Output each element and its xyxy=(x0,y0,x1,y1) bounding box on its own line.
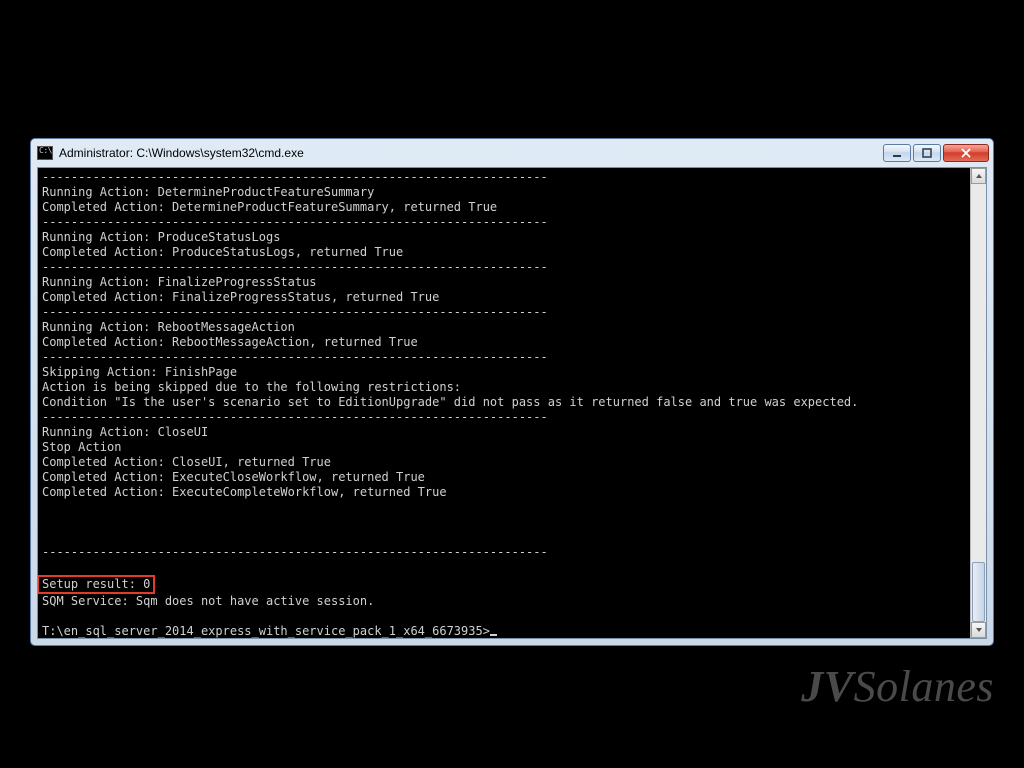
output-line: ----------------------------------------… xyxy=(42,260,548,274)
scroll-down-button[interactable] xyxy=(971,622,986,638)
output-line: Completed Action: ExecuteCloseWorkflow, … xyxy=(42,470,425,484)
close-button[interactable] xyxy=(943,144,989,162)
window-title: Administrator: C:\Windows\system32\cmd.e… xyxy=(59,146,883,160)
output-line: Completed Action: FinalizeProgressStatus… xyxy=(42,290,439,304)
output-line: ----------------------------------------… xyxy=(42,410,548,424)
watermark-name: Solanes xyxy=(854,662,994,711)
maximize-button[interactable] xyxy=(913,144,941,162)
watermark-initials: JV xyxy=(801,662,853,711)
output-line: Setup result: 0 xyxy=(42,577,150,591)
scroll-up-button[interactable] xyxy=(971,168,986,184)
output-line: ----------------------------------------… xyxy=(42,545,548,559)
output-line: Completed Action: ProduceStatusLogs, ret… xyxy=(42,245,403,259)
output-line: Completed Action: DetermineProductFeatur… xyxy=(42,200,497,214)
output-line: Completed Action: RebootMessageAction, r… xyxy=(42,335,418,349)
output-line: Running Action: DetermineProductFeatureS… xyxy=(42,185,374,199)
output-line: Skipping Action: FinishPage xyxy=(42,365,237,379)
cmd-icon xyxy=(37,146,53,160)
prompt: T:\en_sql_server_2014_express_with_servi… xyxy=(42,624,490,638)
vertical-scrollbar[interactable] xyxy=(970,168,986,638)
output-line: Action is being skipped due to the follo… xyxy=(42,380,461,394)
output-line: Stop Action xyxy=(42,440,121,454)
window-controls xyxy=(883,144,989,162)
output-line: Running Action: CloseUI xyxy=(42,425,208,439)
cmd-window: Administrator: C:\Windows\system32\cmd.e… xyxy=(30,138,994,646)
output-line: ----------------------------------------… xyxy=(42,215,548,229)
output-line: ----------------------------------------… xyxy=(42,350,548,364)
setup-result-highlight: Setup result: 0 xyxy=(38,575,155,594)
output-line: Running Action: FinalizeProgressStatus xyxy=(42,275,317,289)
minimize-button[interactable] xyxy=(883,144,911,162)
console-output[interactable]: ----------------------------------------… xyxy=(38,168,970,638)
scroll-track[interactable] xyxy=(971,184,986,622)
client-area: ----------------------------------------… xyxy=(37,167,987,639)
output-line: Condition "Is the user's scenario set to… xyxy=(42,395,858,409)
cursor-icon xyxy=(490,634,497,636)
output-line: ----------------------------------------… xyxy=(42,170,548,184)
output-line: Completed Action: ExecuteCompleteWorkflo… xyxy=(42,485,447,499)
output-line: Running Action: RebootMessageAction xyxy=(42,320,295,334)
titlebar[interactable]: Administrator: C:\Windows\system32\cmd.e… xyxy=(31,139,993,167)
watermark: JVSolanes xyxy=(801,661,994,712)
output-line: SQM Service: Sqm does not have active se… xyxy=(42,594,374,608)
output-line: Running Action: ProduceStatusLogs xyxy=(42,230,280,244)
scroll-thumb[interactable] xyxy=(972,562,985,622)
output-line: ----------------------------------------… xyxy=(42,305,548,319)
output-line: Completed Action: CloseUI, returned True xyxy=(42,455,331,469)
